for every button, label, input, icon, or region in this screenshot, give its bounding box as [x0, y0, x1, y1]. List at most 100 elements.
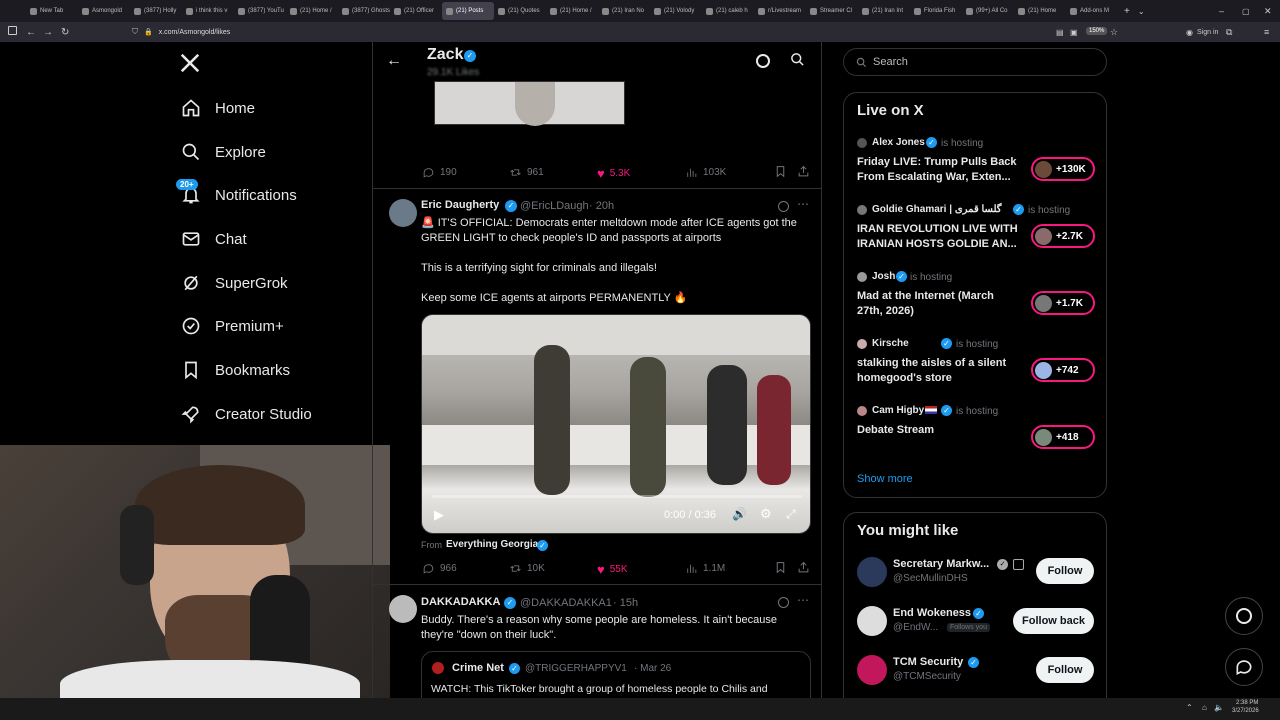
browser-tab[interactable]: (21) Officer	[390, 2, 442, 20]
avatar[interactable]	[857, 606, 887, 636]
share-icon[interactable]	[797, 561, 810, 579]
views-button[interactable]: 1.1M	[685, 562, 725, 575]
search-input[interactable]: Search	[843, 48, 1107, 76]
volume-icon[interactable]: 🔊	[732, 507, 747, 521]
menu-icon[interactable]: ≡	[1264, 27, 1269, 37]
from-source[interactable]: Everything Georgia	[446, 539, 538, 550]
sidebar-item-creator-studio[interactable]: Creator Studio	[180, 399, 312, 429]
follow-button[interactable]: Follow	[1036, 657, 1094, 683]
search-icon[interactable]	[790, 52, 805, 72]
browser-tab[interactable]: (21) Volody	[650, 2, 702, 20]
post-handle[interactable]: @DAKKADAKKA1	[520, 597, 612, 609]
live-listener-pill[interactable]: +742	[1031, 358, 1095, 382]
avatar[interactable]	[389, 595, 417, 623]
browser-tab[interactable]: r/Livestream	[754, 2, 806, 20]
like-button[interactable]: ♥ 5.3K	[597, 166, 630, 181]
browser-tab[interactable]: Streamer Cl	[806, 2, 858, 20]
messages-floating-button[interactable]	[1225, 648, 1263, 686]
video-progress-bar[interactable]	[432, 495, 802, 498]
fullscreen-icon[interactable]: ⤢	[786, 507, 796, 522]
zoom-badge[interactable]: 150%	[1086, 27, 1108, 35]
sidebar-toggle-icon[interactable]	[8, 26, 17, 35]
maximize-icon[interactable]: ▢	[1242, 7, 1250, 16]
clock-date[interactable]: 3/27/2026	[1232, 708, 1259, 714]
browser-tab[interactable]: (3877) YouTu	[234, 2, 286, 20]
browser-tab[interactable]: (21) Home /	[546, 2, 598, 20]
repost-button[interactable]: 10K	[509, 562, 545, 575]
sidebar-item-notifications[interactable]: 20+ Notifications	[176, 179, 297, 210]
tray-chevron-icon[interactable]: ⌃	[1186, 703, 1193, 712]
post-author[interactable]: Eric Daugherty	[421, 199, 499, 211]
reply-button[interactable]: 190	[422, 166, 457, 179]
tab-list-icon[interactable]: ⌄	[1138, 7, 1145, 16]
settings-icon[interactable]: ⚙	[760, 506, 772, 522]
share-icon[interactable]	[797, 165, 810, 183]
reply-button[interactable]: 966	[422, 562, 457, 575]
browser-tab[interactable]: (21) Iran No	[598, 2, 650, 20]
browser-tab[interactable]: (3877) Ghosts	[338, 2, 390, 20]
grok-icon[interactable]	[778, 597, 789, 608]
sidebar-item-premium[interactable]: Premium+	[180, 311, 284, 341]
back-icon[interactable]: ←	[26, 27, 36, 38]
star-icon[interactable]: ☆	[1110, 27, 1118, 38]
close-window-icon[interactable]: ✕	[1264, 6, 1272, 17]
browser-tab[interactable]: (21) Posts	[442, 2, 494, 20]
live-listener-pill[interactable]: +2.7K	[1031, 224, 1095, 248]
suggestion-handle[interactable]: @SecMullinDHS	[893, 573, 968, 584]
post-time[interactable]: · 15h	[613, 597, 638, 609]
extensions-icon[interactable]: ⧉	[1226, 27, 1232, 38]
post-media[interactable]	[434, 81, 625, 126]
url-bar[interactable]: ⛉ 🔒 x.com/Asmongold/likes	[132, 25, 1122, 39]
bookmark-icon[interactable]	[774, 561, 787, 579]
suggestion-handle[interactable]: @TCMSecurity	[893, 671, 961, 682]
account-icon[interactable]: ◉	[1186, 28, 1193, 37]
post-author[interactable]: DAKKADAKKA	[421, 596, 500, 608]
live-listener-pill[interactable]: +418	[1031, 425, 1095, 449]
signin-label[interactable]: Sign in	[1197, 29, 1218, 36]
suggestion-name[interactable]: TCM Security	[893, 656, 963, 668]
avatar[interactable]	[857, 655, 887, 685]
browser-tab[interactable]: (3877) Holly	[130, 2, 182, 20]
reader-icon[interactable]: ▤	[1056, 28, 1064, 37]
x-logo-icon[interactable]	[179, 52, 203, 76]
grok-icon[interactable]	[756, 54, 770, 68]
follow-button[interactable]: Follow	[1036, 558, 1094, 584]
sidebar-item-explore[interactable]: Explore	[180, 137, 266, 167]
browser-tab[interactable]: (21) caleb h	[702, 2, 754, 20]
sidebar-item-home[interactable]: Home	[180, 93, 255, 123]
post-video[interactable]: ▶ 0:00 / 0:36 🔊 ⚙ ⤢	[421, 314, 811, 534]
sidebar-item-supergrok[interactable]: SuperGrok	[180, 268, 288, 298]
reload-icon[interactable]: ↻	[61, 27, 69, 38]
more-options-icon[interactable]: ⋯	[797, 197, 809, 211]
post-handle[interactable]: @EricLDaugh	[520, 200, 589, 212]
live-listener-pill[interactable]: +1.7K	[1031, 291, 1095, 315]
grok-icon[interactable]	[778, 201, 789, 212]
forward-icon[interactable]: →	[43, 27, 53, 38]
live-listener-pill[interactable]: +130K	[1031, 157, 1095, 181]
browser-tab[interactable]: (21) Quotes	[494, 2, 546, 20]
show-more-link[interactable]: Show more	[857, 473, 913, 485]
avatar[interactable]	[857, 557, 887, 587]
grok-floating-button[interactable]	[1225, 597, 1263, 635]
play-icon[interactable]: ▶	[434, 507, 444, 523]
pip-icon[interactable]: ▣	[1070, 28, 1078, 37]
post-time[interactable]: · 20h	[589, 200, 614, 212]
browser-tab[interactable]: Florida Fish	[910, 2, 962, 20]
follow-back-button[interactable]: Follow back	[1013, 608, 1094, 634]
more-options-icon[interactable]: ⋯	[797, 593, 809, 607]
clock-time[interactable]: 2:38 PM	[1236, 700, 1258, 706]
sidebar-item-chat[interactable]: Chat	[180, 224, 247, 254]
suggestion-name[interactable]: End Wokeness	[893, 607, 971, 619]
bookmark-icon[interactable]	[774, 165, 787, 183]
sidebar-item-bookmarks[interactable]: Bookmarks	[180, 355, 290, 385]
browser-tab[interactable]: (21) Home /	[286, 2, 338, 20]
repost-button[interactable]: 961	[509, 166, 544, 179]
browser-tab[interactable]: Add-ons M	[1066, 2, 1118, 20]
suggestion-name[interactable]: Secretary Markw...	[893, 558, 989, 570]
back-arrow-icon[interactable]: ←	[386, 52, 402, 70]
browser-tab[interactable]: New Tab	[26, 2, 78, 20]
browser-tab[interactable]: (21) Home	[1014, 2, 1066, 20]
network-icon[interactable]: ⌂	[1202, 703, 1207, 712]
new-tab-button[interactable]: +	[1124, 6, 1130, 17]
like-button[interactable]: ♥ 55K	[597, 562, 628, 577]
